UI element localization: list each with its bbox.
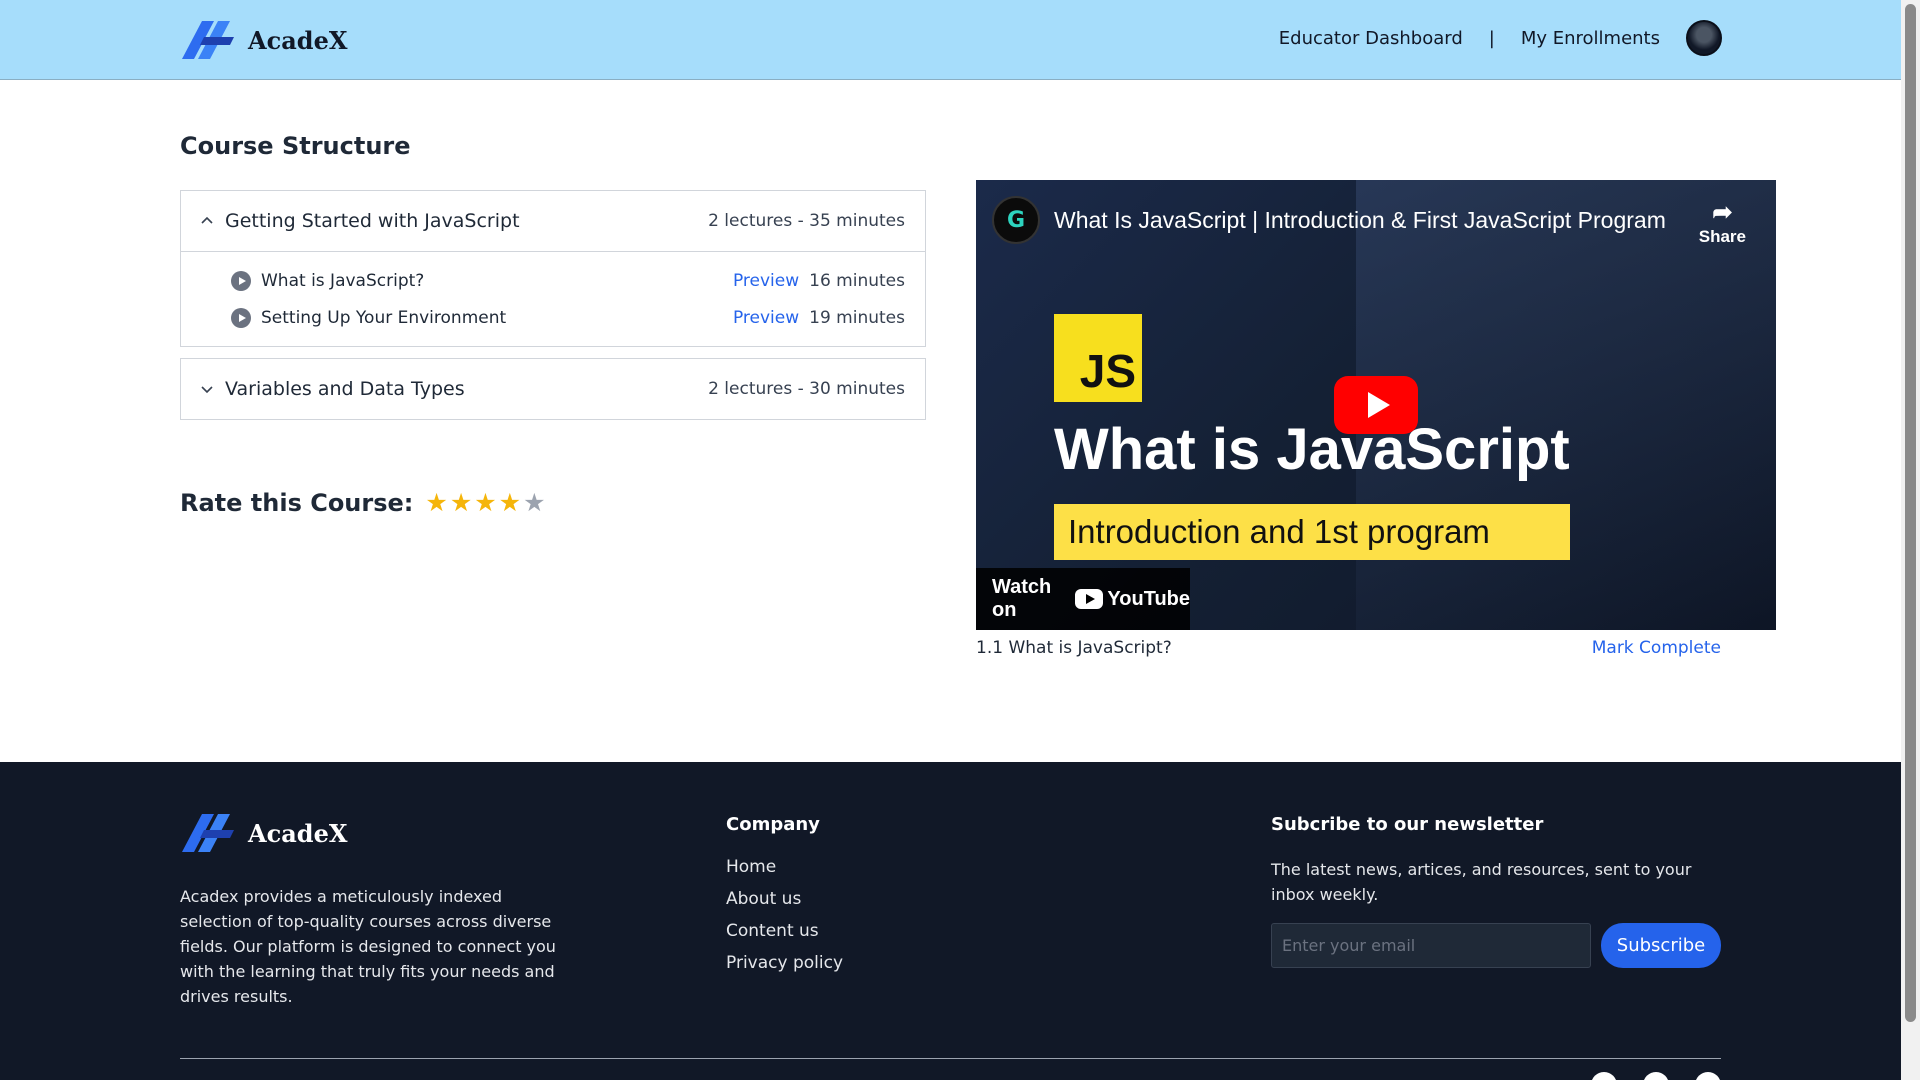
lecture-duration: 16 minutes	[809, 270, 905, 291]
youtube-logo-icon: YouTube	[1075, 588, 1190, 611]
scrollbar-thumb[interactable]	[1905, 4, 1916, 1022]
thumbnail-headline: What is JavaScript	[1054, 417, 1570, 482]
email-field[interactable]	[1271, 923, 1591, 968]
youtube-play-button[interactable]	[1334, 376, 1418, 434]
user-avatar[interactable]	[1686, 20, 1722, 56]
subscribe-button[interactable]: Subscribe	[1601, 923, 1721, 968]
rate-course: Rate this Course: ★ ★ ★ ★ ★	[180, 488, 546, 517]
channel-avatar-icon[interactable]: G	[992, 196, 1040, 244]
footer-brand-logo[interactable]: AcadeX	[180, 812, 347, 854]
footer-company: Company Home About us Content us Privacy…	[726, 814, 843, 985]
watch-on-youtube-button[interactable]: Watch on YouTube	[976, 568, 1190, 630]
mark-complete-button[interactable]: Mark Complete	[1592, 638, 1721, 658]
current-lecture-caption: 1.1 What is JavaScript?	[976, 638, 1172, 658]
chapter-title: Variables and Data Types	[225, 378, 465, 400]
chapter-accordion: Getting Started with JavaScript 2 lectur…	[180, 190, 926, 347]
footer-about-text: Acadex provides a meticulously indexed s…	[180, 887, 556, 1006]
header-nav: Educator Dashboard | My Enrollments	[1279, 20, 1722, 56]
footer-newsletter: Subcribe to our newsletter The latest ne…	[1271, 814, 1731, 968]
lecture-duration: 19 minutes	[809, 307, 905, 328]
educator-dashboard-link[interactable]: Educator Dashboard	[1279, 28, 1463, 49]
star-icon[interactable]: ★	[450, 488, 472, 517]
nav-separator: |	[1488, 27, 1495, 49]
lecture-preview-link[interactable]: Preview	[733, 271, 799, 291]
share-button[interactable]: ➦ Share	[1699, 198, 1746, 247]
play-circle-icon	[231, 307, 251, 328]
star-icon[interactable]: ★	[474, 488, 496, 517]
footer-link-home[interactable]: Home	[726, 857, 843, 877]
chapter-meta: 2 lectures - 30 minutes	[708, 379, 905, 399]
star-icon[interactable]: ★	[523, 488, 545, 517]
watch-on-label: Watch on	[992, 576, 1052, 621]
star-icon[interactable]: ★	[425, 488, 447, 517]
chapter-accordion: Variables and Data Types 2 lectures - 30…	[180, 358, 926, 420]
instagram-icon[interactable]	[1591, 1072, 1617, 1080]
footer-link-privacy[interactable]: Privacy policy	[726, 953, 843, 973]
video-player[interactable]: G What Is JavaScript | Introduction & Fi…	[976, 180, 1776, 630]
thumbnail-subheadline: Introduction and 1st program	[1054, 504, 1570, 560]
chapter-header[interactable]: Getting Started with JavaScript 2 lectur…	[181, 191, 925, 251]
top-header: AcadeX Educator Dashboard | My Enrollmen…	[0, 0, 1901, 80]
company-heading: Company	[726, 814, 820, 835]
chapter-header[interactable]: Variables and Data Types 2 lectures - 30…	[181, 359, 925, 419]
newsletter-text: The latest news, artices, and resources,…	[1271, 860, 1692, 904]
footer-link-contact[interactable]: Content us	[726, 921, 843, 941]
my-enrollments-link[interactable]: My Enrollments	[1521, 28, 1660, 49]
lecture-title: Setting Up Your Environment	[261, 307, 507, 328]
chapter-meta: 2 lectures - 35 minutes	[708, 211, 905, 231]
social-links	[1591, 1072, 1721, 1080]
chevron-up-icon	[201, 216, 213, 224]
video-title[interactable]: What Is JavaScript | Introduction & Firs…	[1054, 207, 1666, 234]
rate-label: Rate this Course:	[180, 488, 414, 517]
lecture-title: What is JavaScript?	[261, 270, 425, 291]
page-scrollbar[interactable]	[1901, 0, 1920, 1080]
lecture-row: What is JavaScript? Preview 16 minutes	[231, 262, 905, 299]
acadex-logo-icon	[182, 814, 234, 852]
footer-divider	[180, 1058, 1721, 1059]
chapter-title: Getting Started with JavaScript	[225, 210, 520, 232]
share-label: Share	[1698, 227, 1746, 246]
acadex-logo-icon	[182, 21, 234, 59]
brand-logo[interactable]: AcadeX	[180, 19, 347, 61]
chapter-lectures: What is JavaScript? Preview 16 minutes S…	[181, 251, 925, 346]
star-icon[interactable]: ★	[499, 488, 521, 517]
course-structure-title: Course Structure	[180, 132, 411, 160]
share-arrow-icon: ➦	[1712, 199, 1733, 226]
video-backdrop	[1356, 180, 1776, 630]
newsletter-heading: Subcribe to our newsletter	[1271, 814, 1544, 835]
twitter-icon[interactable]	[1695, 1072, 1721, 1080]
footer-link-about[interactable]: About us	[726, 889, 843, 909]
lecture-row: Setting Up Your Environment Preview 19 m…	[231, 299, 905, 336]
play-circle-icon	[231, 270, 251, 291]
brand-name: AcadeX	[248, 25, 348, 55]
facebook-icon[interactable]	[1643, 1072, 1669, 1080]
chevron-down-icon	[201, 386, 213, 394]
js-badge: JS	[1054, 314, 1142, 402]
lecture-preview-link[interactable]: Preview	[733, 308, 799, 328]
newsletter-form: Subscribe	[1271, 923, 1731, 968]
site-footer: AcadeX Acadex provides a meticulously in…	[0, 762, 1901, 1080]
star-rating: ★ ★ ★ ★ ★	[425, 488, 545, 517]
video-title-bar: G What Is JavaScript | Introduction & Fi…	[992, 196, 1666, 244]
footer-brand-name: AcadeX	[248, 818, 348, 848]
youtube-wordmark: YouTube	[1107, 587, 1190, 610]
